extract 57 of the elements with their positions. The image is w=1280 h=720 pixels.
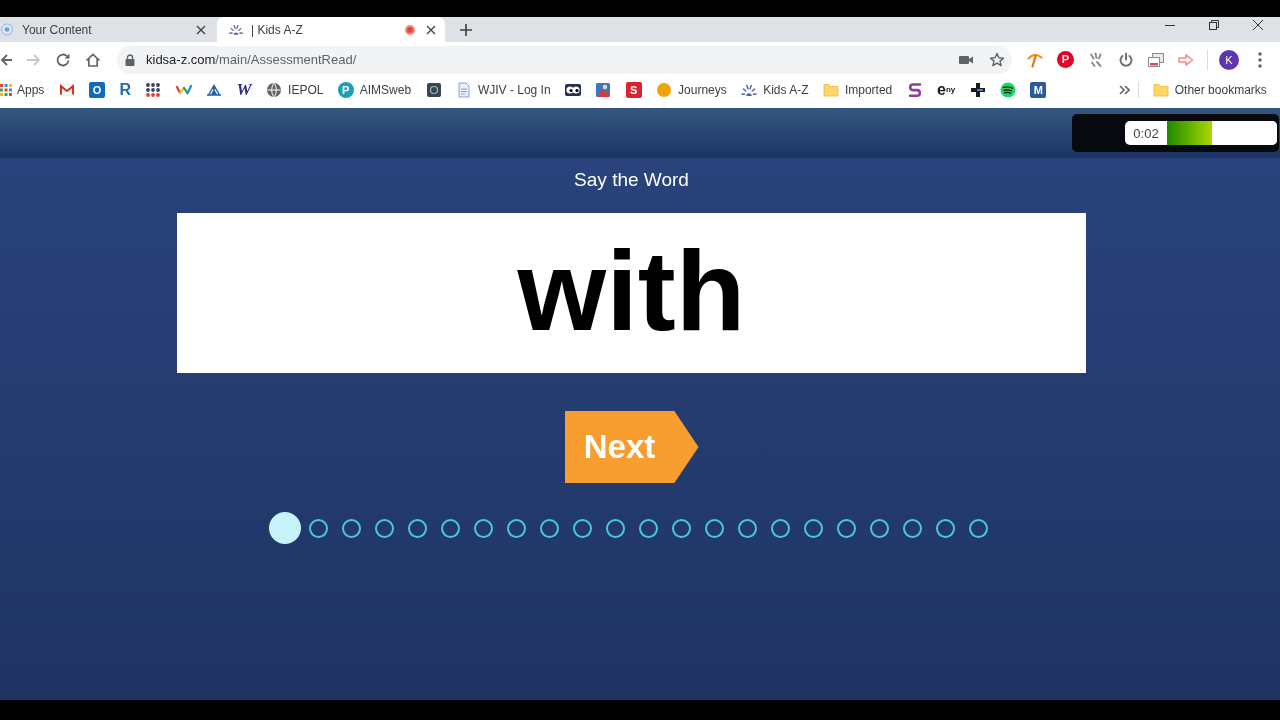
elapsed-time: 0:02: [1132, 125, 1160, 141]
letter-logo[interactable]: R: [119, 82, 132, 98]
lock-icon: [125, 53, 135, 66]
letter-tile[interactable]: O: [89, 82, 106, 98]
favicon-icon: [0, 23, 14, 36]
bookmark-link[interactable]: Apps: [0, 79, 52, 101]
folder-icon: [1152, 82, 1169, 98]
letter-logo[interactable]: P: [1057, 51, 1074, 68]
bookmark-link[interactable]: P AIMSweb: [330, 79, 419, 101]
back-icon[interactable]: [0, 51, 12, 68]
cross-icon[interactable]: [969, 82, 986, 98]
apps-grid-icon: [0, 84, 12, 96]
browser-tab[interactable]: | Kids A-Z: [217, 17, 445, 42]
square-ring-icon[interactable]: [425, 82, 442, 98]
menu-icon[interactable]: [1258, 51, 1262, 68]
picture-icon[interactable]: [595, 82, 612, 98]
favicon-icon: [229, 23, 243, 36]
reload-icon[interactable]: [55, 51, 71, 68]
letter-tile[interactable]: S: [625, 82, 642, 98]
more-bookmarks-icon[interactable]: [1118, 84, 1130, 96]
bookmark-link[interactable]: Imported: [815, 79, 900, 101]
target-word: with: [517, 234, 746, 348]
close-tab-icon[interactable]: [196, 24, 206, 35]
power-icon[interactable]: [1118, 51, 1134, 68]
letter-logo[interactable]: e$^{ny}$: [937, 82, 956, 98]
bookmark-link[interactable]: Journeys: [648, 79, 734, 101]
address-text: kidsa-z.com/main/AssessmentRead/: [146, 52, 358, 67]
close-window-icon[interactable]: [1253, 20, 1263, 30]
bookmark-link[interactable]: Kids A-Z: [734, 79, 816, 101]
new-tab-icon[interactable]: [460, 23, 472, 36]
rays-icon: [741, 82, 758, 98]
sound-waves-icon[interactable]: [1000, 82, 1016, 98]
address-bar[interactable]: kidsa-z.com/main/AssessmentRead/: [117, 45, 1012, 74]
dot-grid-icon[interactable]: [145, 82, 162, 98]
eyes-icon[interactable]: [564, 82, 581, 98]
close-tab-icon[interactable]: [426, 24, 436, 35]
restore-icon[interactable]: [1209, 20, 1219, 30]
windows-icon[interactable]: [1148, 51, 1164, 68]
browser-tab[interactable]: Your Content: [0, 17, 215, 42]
pickaxe-icon[interactable]: [1027, 51, 1043, 68]
bookmark-link[interactable]: IEPOL: [258, 79, 331, 101]
bookmark-link[interactable]: Other bookmarks: [1145, 79, 1274, 101]
instruction-text: Say the Word: [574, 169, 689, 191]
folder-icon: [822, 82, 839, 98]
document-icon: [455, 82, 472, 98]
bridge-icon[interactable]: [206, 82, 223, 98]
bookmark-link[interactable]: WJIV - Log In: [448, 79, 558, 101]
letter-tile[interactable]: M: [1030, 82, 1047, 98]
bookmark-star-icon[interactable]: [989, 51, 1005, 68]
slash-marks-icon[interactable]: [1088, 51, 1104, 68]
globe-icon: [266, 82, 283, 98]
letter-logo[interactable]: W: [236, 82, 252, 98]
ribbon-icon[interactable]: [906, 82, 923, 98]
profile-avatar[interactable]: K: [1219, 49, 1239, 70]
envelope-icon[interactable]: [58, 82, 75, 98]
home-icon[interactable]: [85, 51, 101, 68]
letter-logo: P: [337, 82, 354, 98]
